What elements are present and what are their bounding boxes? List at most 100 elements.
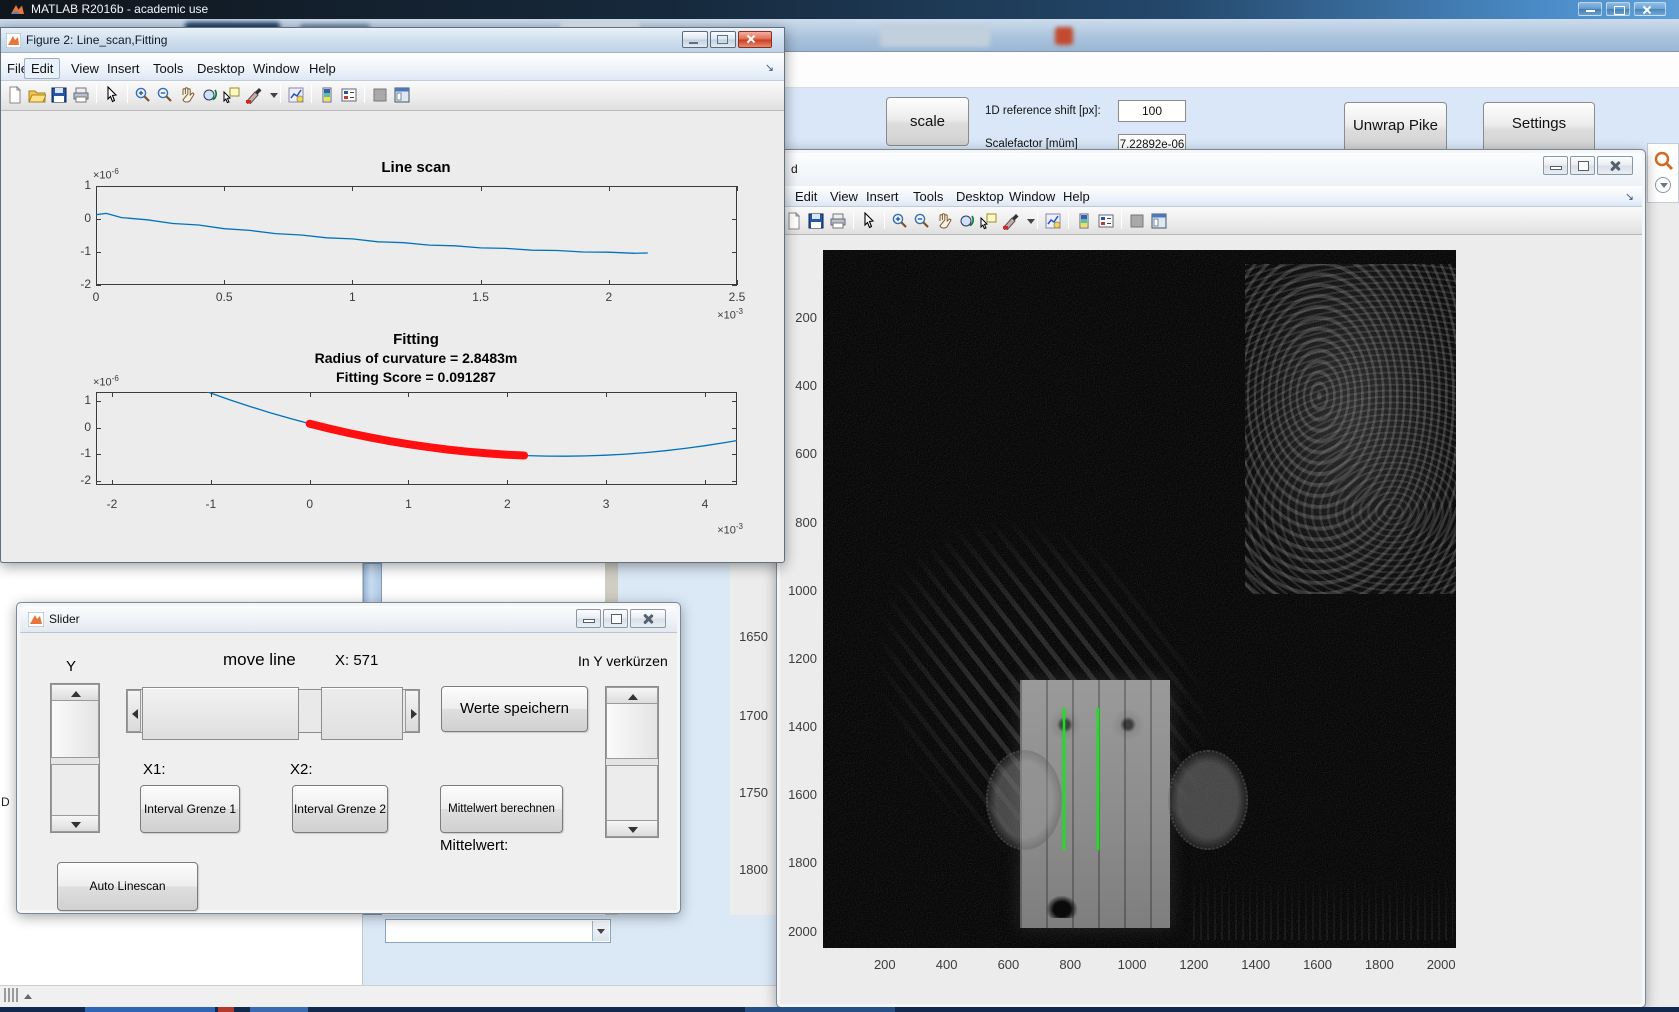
dock-figure-icon[interactable]: ↘ xyxy=(765,61,774,74)
werte-speichern-button[interactable]: Werte speichern xyxy=(441,686,588,732)
minimize-button[interactable] xyxy=(576,609,601,628)
scale-button[interactable]: scale xyxy=(886,97,969,146)
line_scan-plot[interactable] xyxy=(96,186,737,285)
interval-grenze2-button[interactable]: Interval Grenze 2 xyxy=(292,785,388,833)
link-plot-icon[interactable] xyxy=(287,86,305,104)
colorbar-icon[interactable] xyxy=(318,86,336,104)
zoom-in-icon[interactable] xyxy=(891,212,909,230)
rotate-3d-icon[interactable] xyxy=(957,212,975,230)
menu-item-help[interactable]: Help xyxy=(309,61,336,76)
caret-down-icon[interactable] xyxy=(1023,212,1041,230)
insert-legend-icon[interactable] xyxy=(1097,212,1115,230)
zoom-out-icon[interactable] xyxy=(913,212,931,230)
restore-button[interactable] xyxy=(603,609,628,628)
data-cursor-icon[interactable] xyxy=(222,86,240,104)
slider-titlebar[interactable]: Slider xyxy=(20,606,677,633)
pan-hand-icon[interactable] xyxy=(178,86,196,104)
menu-item-help[interactable]: Help xyxy=(1063,189,1090,204)
figure2-titlebar[interactable]: Figure 2: Line_scan,Fitting xyxy=(1,28,784,53)
arrow-right-icon[interactable] xyxy=(405,690,419,732)
save-icon[interactable] xyxy=(807,212,825,230)
menu-item-desktop[interactable]: Desktop xyxy=(956,189,1004,204)
slider-track[interactable] xyxy=(606,765,658,823)
print-icon[interactable] xyxy=(829,212,847,230)
maximize-button[interactable] xyxy=(1606,2,1630,16)
menu-item-insert[interactable]: Insert xyxy=(866,189,899,204)
minimize-button[interactable] xyxy=(682,31,708,48)
menu-item-tools[interactable]: Tools xyxy=(913,189,943,204)
close-icon[interactable] xyxy=(738,31,772,48)
maximize-button[interactable] xyxy=(710,31,736,48)
open-folder-icon[interactable] xyxy=(28,86,47,104)
search-icon[interactable] xyxy=(1653,150,1675,172)
colorbar-icon[interactable] xyxy=(1075,212,1093,230)
plottools-off-icon[interactable] xyxy=(1128,212,1146,230)
new-doc-icon[interactable] xyxy=(785,211,803,230)
minimize-button[interactable] xyxy=(1578,2,1602,16)
matlab-main-titlebar[interactable]: MATLAB R2016b - academic use xyxy=(0,0,1679,19)
new-doc-icon[interactable] xyxy=(6,85,24,104)
menu-item-window[interactable]: Window xyxy=(253,61,299,76)
menu-item-edit[interactable]: Edit xyxy=(24,58,61,79)
rotate-3d-icon[interactable] xyxy=(200,86,218,104)
close-icon[interactable] xyxy=(1634,2,1666,16)
figure-d-titlebar[interactable]: d xyxy=(780,153,1642,186)
plottools-on-icon[interactable] xyxy=(1150,212,1168,230)
caret-down-icon[interactable] xyxy=(266,86,284,104)
green-scan-line-1[interactable] xyxy=(1063,708,1065,850)
settings-button[interactable]: Settings xyxy=(1483,102,1595,153)
taskbar-sliver[interactable] xyxy=(0,1007,1679,1012)
chevron-down-icon[interactable] xyxy=(1655,177,1671,193)
insert-legend-icon[interactable] xyxy=(340,86,358,104)
data-cursor-icon[interactable] xyxy=(979,212,997,230)
fitting-plot[interactable] xyxy=(96,392,737,485)
unwrap-pike-button[interactable]: Unwrap Pike xyxy=(1344,102,1447,153)
close-icon[interactable] xyxy=(1597,156,1633,175)
menu-item-edit[interactable]: Edit xyxy=(795,189,817,204)
slider-thumb[interactable] xyxy=(606,703,658,759)
taskbar-item[interactable] xyxy=(85,1007,215,1012)
hologram-image[interactable] xyxy=(823,250,1456,948)
plottools-off-icon[interactable] xyxy=(371,86,389,104)
dock-figure-icon[interactable]: ↘ xyxy=(1625,190,1634,203)
arrow-down-icon[interactable] xyxy=(51,815,99,832)
minimize-button[interactable] xyxy=(1543,156,1568,175)
plottools-on-icon[interactable] xyxy=(393,86,411,104)
restore-button[interactable] xyxy=(1570,156,1595,175)
slider-segment[interactable] xyxy=(321,687,403,740)
menu-item-insert[interactable]: Insert xyxy=(107,61,140,76)
mittelwert-berechnen-button[interactable]: Mittelwert berechnen xyxy=(440,785,563,833)
menu-item-window[interactable]: Window xyxy=(1009,189,1055,204)
arrow-left-icon[interactable] xyxy=(127,690,141,732)
chevron-down-icon[interactable] xyxy=(592,921,609,941)
zoom-out-icon[interactable] xyxy=(156,86,174,104)
print-icon[interactable] xyxy=(72,86,90,104)
background-dropdown[interactable] xyxy=(385,919,611,943)
brush-icon[interactable] xyxy=(1001,212,1019,231)
taskbar-item[interactable] xyxy=(250,1007,308,1012)
green-scan-line-2[interactable] xyxy=(1097,708,1099,850)
arrow-up-icon[interactable] xyxy=(51,684,99,701)
resize-grip[interactable] xyxy=(4,988,34,1004)
slider-thumb[interactable] xyxy=(142,687,299,740)
y-slider-right[interactable] xyxy=(605,686,659,838)
taskbar-item[interactable] xyxy=(745,1007,895,1012)
slider-track[interactable] xyxy=(51,764,99,818)
interval-grenze1-button[interactable]: Interval Grenze 1 xyxy=(140,785,240,833)
menu-item-desktop[interactable]: Desktop xyxy=(197,61,245,76)
arrow-cursor-icon[interactable] xyxy=(103,85,121,104)
slider-thumb[interactable] xyxy=(51,700,99,758)
close-icon[interactable] xyxy=(630,609,666,628)
arrow-down-icon[interactable] xyxy=(606,820,658,837)
move-line-slider[interactable] xyxy=(126,687,420,740)
menu-item-view[interactable]: View xyxy=(71,61,99,76)
arrow-cursor-icon[interactable] xyxy=(860,211,878,230)
y-slider-left[interactable] xyxy=(50,683,100,833)
menu-item-tools[interactable]: Tools xyxy=(153,61,183,76)
link-plot-icon[interactable] xyxy=(1044,212,1062,230)
brush-icon[interactable] xyxy=(244,86,262,105)
arrow-up-icon[interactable] xyxy=(606,687,658,704)
ref-shift-field[interactable]: 100 xyxy=(1118,100,1186,122)
save-icon[interactable] xyxy=(50,86,68,104)
zoom-in-icon[interactable] xyxy=(134,86,152,104)
